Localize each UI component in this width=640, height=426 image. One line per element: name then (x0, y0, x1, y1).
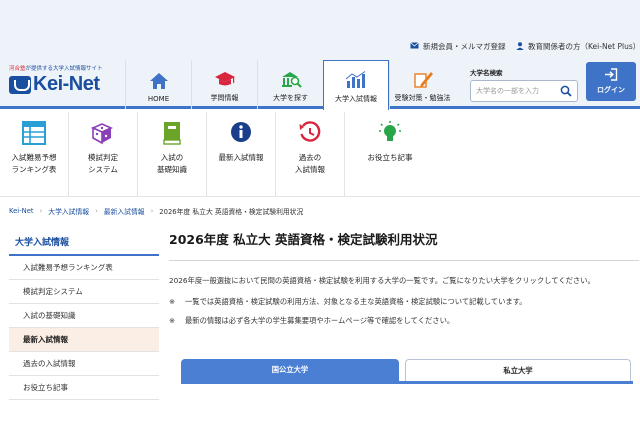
book-icon (163, 122, 181, 145)
intro-text: 2026年度一般選抜において民間の英語資格・検定試験を利用する大学の一覧です。ご… (169, 276, 595, 285)
login-icon (605, 68, 618, 81)
kei-net-logo[interactable]: 河合塾が提供する大学入試情報サイト Kei-Net (9, 64, 119, 96)
sidebar-item-useful-articles[interactable]: お役立ち記事 (9, 376, 159, 400)
home-icon (149, 73, 168, 89)
educators-link[interactable]: 教育関係者の方（Kei-Net Plus） (516, 41, 640, 52)
breadcrumb-link[interactable]: 最新入試情報 (104, 206, 145, 216)
cat-basics[interactable]: 入試の 基礎知識 (138, 112, 207, 196)
notes: ※ 一覧では英語資格・検定試験の利用方法、対象となる主な英語資格・検定試験につい… (169, 297, 639, 326)
sidebar-item-mock-judgment[interactable]: 模試判定システム (9, 280, 159, 304)
signup-link[interactable]: 新規会員・メルマガ登録 (410, 41, 506, 52)
page-title: 2026年度 私立大 英語資格・検定試験利用状況 (169, 221, 639, 261)
breadcrumb-separator: › (95, 207, 98, 215)
sidebar: 大学入試情報 入試難易予想ランキング表 模試判定システム 入試の基礎知識 最新入… (9, 228, 159, 400)
nav-home[interactable]: HOME (125, 60, 191, 109)
search-icon[interactable] (560, 85, 572, 99)
cat-latest-info[interactable]: 最新入試情報 (207, 112, 276, 196)
mail-icon (410, 42, 419, 51)
table-icon (22, 121, 46, 145)
nav-label: 大学入試情報 (335, 95, 377, 103)
divider (0, 196, 640, 197)
university-type-tabs: 国公立大学 私立大学 (181, 359, 633, 383)
educators-label: 教育関係者の方（Kei-Net Plus） (528, 42, 640, 51)
tab-underline (181, 381, 633, 384)
nav-admissions-info[interactable]: 大学入試情報 (323, 60, 389, 110)
breadcrumb: Kei-Net › 大学入試情報 › 最新入試情報 › 2026年度 私立大 英… (9, 206, 303, 216)
cat-mock-judgment[interactable]: 模試判定 システム (69, 112, 138, 196)
nav-find-university[interactable]: 大学を探す (257, 60, 323, 109)
sidebar-heading: 大学入試情報 (9, 228, 159, 256)
logo-tagline: 河合塾が提供する大学入試情報サイト (9, 66, 103, 72)
signup-label: 新規会員・メルマガ登録 (423, 42, 506, 51)
search-input[interactable] (476, 87, 556, 95)
login-label: ログイン (597, 86, 625, 94)
breadcrumb-separator: › (39, 207, 43, 215)
cat-useful-articles[interactable]: お役立ち記事 (345, 112, 435, 196)
logo-mark-icon (9, 75, 31, 94)
sidebar-item-ranking[interactable]: 入試難易予想ランキング表 (9, 256, 159, 280)
nav-label: 学問情報 (210, 94, 239, 102)
category-bar: 入試難易予想 ランキング表 模試判定 システム 入試の 基礎知識 最新入試情報 … (0, 112, 640, 196)
person-icon (516, 41, 524, 52)
sidebar-item-latest-info[interactable]: 最新入試情報 (9, 328, 159, 352)
tab-private-universities[interactable]: 私立大学 (405, 359, 631, 381)
history-icon (299, 121, 321, 142)
note-item: ※ 一覧では英語資格・検定試験の利用方法、対象となる主な英語資格・検定試験につい… (169, 297, 527, 306)
info-icon (231, 122, 251, 142)
main-nav: HOME 学問情報 大学を探す 大学入試情報 受験対策・勉強法 (125, 60, 455, 110)
dice-icon (91, 123, 113, 145)
login-button[interactable]: ログイン (586, 62, 636, 101)
search-title: 大学名検索 (470, 69, 503, 77)
building-search-icon (281, 72, 302, 88)
breadcrumb-current: 2026年度 私立大 英語資格・検定試験利用状況 (159, 208, 304, 216)
nav-label: 大学を探す (273, 94, 308, 102)
nav-label: 受験対策・勉強法 (394, 94, 451, 102)
nav-exam-prep[interactable]: 受験対策・勉強法 (389, 60, 455, 109)
cat-ranking-table[interactable]: 入試難易予想 ランキング表 (0, 112, 69, 196)
breadcrumb-link[interactable]: 大学入試情報 (48, 206, 89, 216)
logo-name: Kei-Net (33, 73, 100, 95)
lightbulb-icon (379, 121, 401, 141)
breadcrumb-link[interactable]: Kei-Net (9, 207, 34, 215)
graduation-cap-icon (214, 72, 235, 86)
main-content: 2026年度 私立大 英語資格・検定試験利用状況 2026年度一般選抜において民… (169, 221, 639, 335)
search-box (470, 80, 578, 102)
pencil-note-icon (413, 72, 433, 88)
sidebar-item-past-info[interactable]: 過去の入試情報 (9, 352, 159, 376)
cat-past-info[interactable]: 過去の 入試情報 (276, 112, 345, 196)
nav-academics[interactable]: 学問情報 (191, 60, 257, 109)
note-item: ※ 最新の情報は必ず各大学の学生募集要項やホームページ等で確認をしてください。 (169, 316, 455, 325)
university-search: 大学名検索 (470, 67, 580, 102)
breadcrumb-separator: › (150, 207, 154, 215)
tab-public-universities[interactable]: 国公立大学 (181, 359, 399, 381)
nav-label: HOME (147, 95, 170, 103)
bar-chart-icon (345, 71, 366, 88)
sidebar-item-basics[interactable]: 入試の基礎知識 (9, 304, 159, 328)
